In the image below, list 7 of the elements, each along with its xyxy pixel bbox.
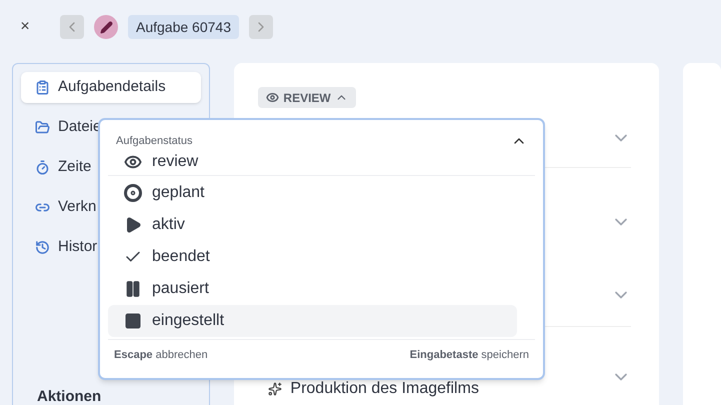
row-title: Produktion des Imagefilms [290, 379, 479, 399]
save-hint: Eingabetaste speichern [410, 348, 529, 362]
section-title: Aktionen [36, 387, 102, 405]
menu-title: Aufgabenstatus [116, 134, 192, 149]
task-title: Aufgabe 60743 [128, 15, 239, 39]
cancel-hint: Escape abbrechen [114, 348, 208, 362]
current-status: review [152, 152, 198, 172]
